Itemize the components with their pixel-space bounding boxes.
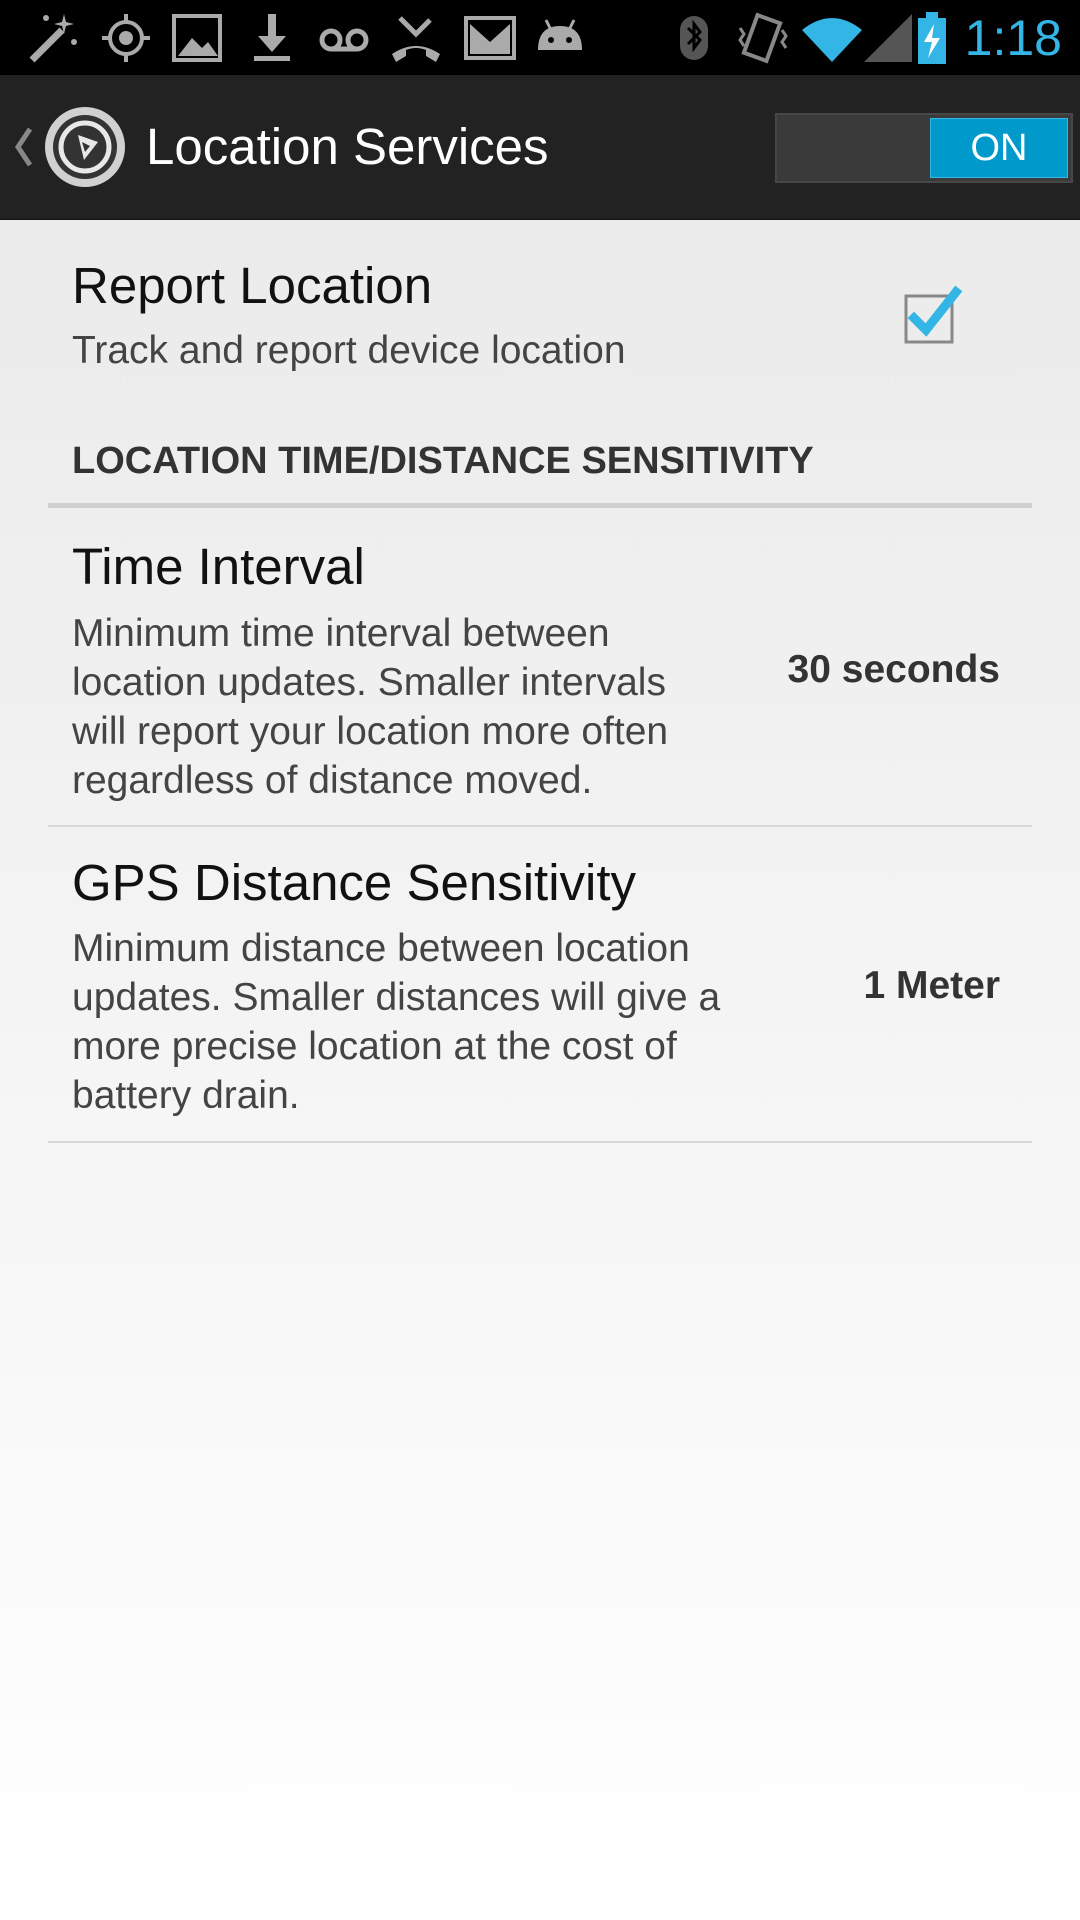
- vibrate-icon: [738, 12, 788, 64]
- gps-distance-preference[interactable]: GPS Distance Sensitivity Minimum distanc…: [0, 827, 1080, 1141]
- picture-icon: [172, 14, 222, 62]
- time-interval-value: 30 seconds: [787, 648, 1000, 691]
- gps-distance-summary-line: battery drain.: [72, 1074, 300, 1117]
- gmail-icon: [464, 16, 516, 60]
- action-bar: Location Services ON: [0, 75, 1080, 220]
- magic-wand-icon: [29, 14, 77, 63]
- gps-icon: [102, 14, 150, 62]
- android-icon: [538, 19, 582, 50]
- missed-call-icon: [392, 16, 440, 62]
- up-caret-icon[interactable]: [12, 125, 34, 169]
- time-interval-summary-line: location updates. Smaller intervals: [72, 661, 666, 704]
- report-location-title: Report Location: [72, 257, 433, 314]
- status-clock: 1:18: [964, 10, 1062, 66]
- list-divider: [48, 1141, 1032, 1143]
- gps-distance-value: 1 Meter: [863, 964, 1000, 1007]
- gps-distance-summary-line: more precise location at the cost of: [72, 1025, 677, 1068]
- gps-distance-summary-line: Minimum distance between location: [72, 927, 690, 970]
- report-location-summary: Track and report device location: [72, 329, 626, 372]
- voicemail-icon: [319, 28, 369, 52]
- category-header: LOCATION TIME/DISTANCE SENSITIVITY: [72, 440, 814, 482]
- battery-charging-icon: [918, 12, 946, 64]
- time-interval-summary-line: regardless of distance moved.: [72, 759, 593, 802]
- time-interval-preference[interactable]: Time Interval Minimum time interval betw…: [0, 508, 1080, 824]
- time-interval-title: Time Interval: [72, 538, 365, 595]
- wifi-icon: [802, 18, 862, 62]
- page-title: Location Services: [146, 118, 549, 175]
- gps-distance-summary-line: updates. Smaller distances will give a: [72, 976, 721, 1019]
- report-location-checkbox[interactable]: [900, 284, 966, 350]
- location-services-app-icon[interactable]: [40, 102, 130, 192]
- switch-label: ON: [930, 118, 1068, 178]
- signal-icon: [864, 14, 912, 62]
- time-interval-summary-line: Minimum time interval between: [72, 612, 610, 655]
- time-interval-summary-line: will report your location more often: [72, 710, 669, 753]
- bluetooth-icon: [680, 16, 708, 60]
- status-bar: 1:18: [0, 0, 1080, 75]
- location-services-switch[interactable]: ON: [775, 113, 1073, 183]
- gps-distance-title: GPS Distance Sensitivity: [72, 854, 637, 911]
- download-icon: [254, 14, 290, 61]
